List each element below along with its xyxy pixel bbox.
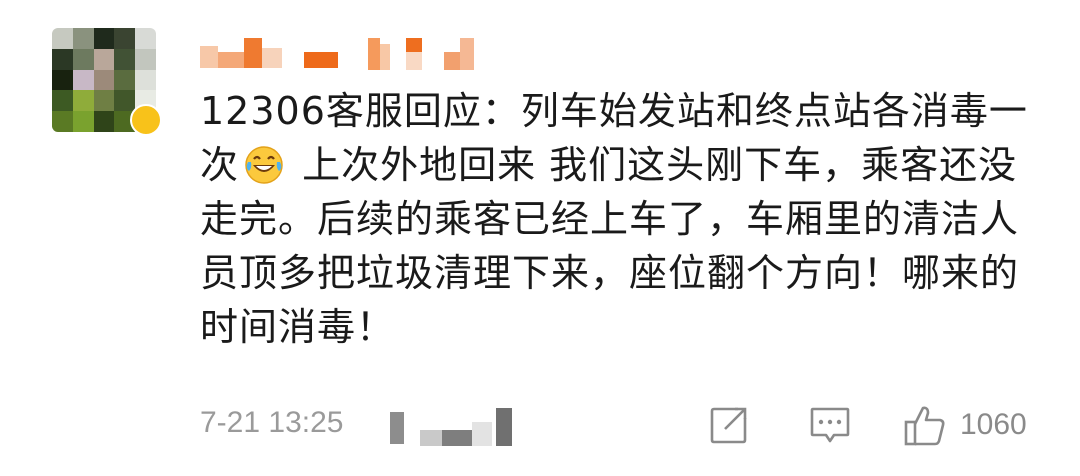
like-count: 1060 [960, 408, 1027, 441]
like-button[interactable]: 1060 [902, 402, 1027, 448]
comment-footer: 7-21 13:25 1060 [200, 402, 1050, 448]
comment-button[interactable] [808, 402, 852, 448]
comment-card: 12306客服回应：列车始发站和终点站各消毒一次 上次外地回来 我们这头刚下车，… [0, 0, 1080, 476]
timestamp: 7-21 13:25 [200, 406, 344, 439]
comment-text-part2: 上次外地回来 我们这头刚下车，乘客还没走完。后续的乘客已经上车了，车厢里的清洁人… [200, 143, 1020, 349]
share-icon [710, 407, 747, 444]
thumbs-up-icon [904, 406, 945, 446]
repost-button[interactable] [708, 402, 750, 448]
laughing-with-tears-emoji-icon [245, 146, 283, 184]
username-redacted[interactable] [200, 38, 500, 78]
source-redacted [390, 408, 520, 446]
vip-badge-icon [130, 104, 162, 136]
comment-text: 12306客服回应：列车始发站和终点站各消毒一次 上次外地回来 我们这头刚下车，… [200, 84, 1030, 354]
comment-icon [810, 407, 850, 443]
